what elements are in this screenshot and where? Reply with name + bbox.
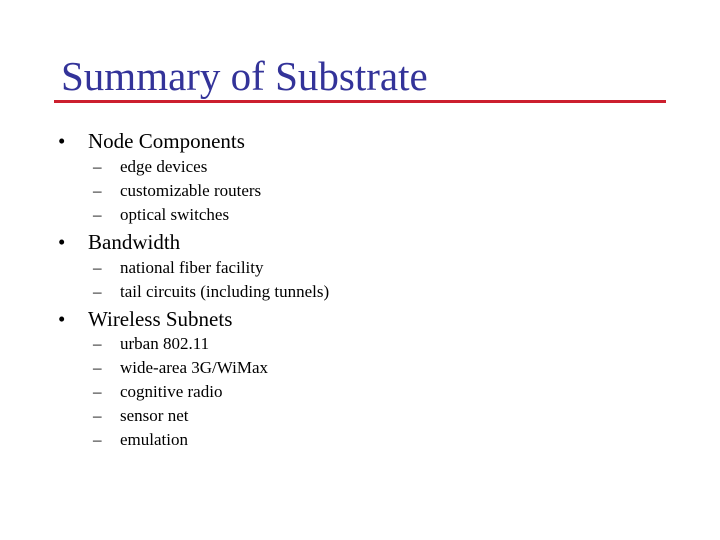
dash-icon: – bbox=[93, 334, 102, 353]
sub-item-text: cognitive radio bbox=[120, 382, 223, 401]
dash-icon: – bbox=[93, 406, 102, 425]
sub-item-text: sensor net bbox=[120, 406, 189, 425]
bullet-heading: Bandwidth bbox=[88, 230, 181, 254]
dash-icon: – bbox=[93, 282, 102, 301]
dash-icon: – bbox=[93, 258, 102, 277]
bullet-icon: • bbox=[58, 230, 66, 254]
dash-icon: – bbox=[93, 358, 102, 377]
dash-icon: – bbox=[93, 382, 102, 401]
title-underline bbox=[54, 100, 666, 103]
sub-item-text: optical switches bbox=[120, 205, 230, 224]
sub-item-text: urban 802.11 bbox=[120, 334, 210, 353]
sub-item-text: wide-area 3G/WiMax bbox=[120, 358, 269, 377]
sub-item-text: customizable routers bbox=[120, 181, 262, 200]
sub-item-text: emulation bbox=[120, 430, 188, 449]
bullet-heading: Wireless Subnets bbox=[88, 307, 233, 331]
dash-icon: – bbox=[93, 430, 102, 449]
slide-title: Summary of Substrate bbox=[61, 53, 428, 99]
dash-icon: – bbox=[93, 205, 102, 224]
sub-item-text: edge devices bbox=[120, 157, 208, 176]
bullet-icon: • bbox=[58, 129, 66, 153]
bullet-icon: • bbox=[58, 307, 66, 331]
dash-icon: – bbox=[93, 157, 102, 176]
sub-item-text: national fiber facility bbox=[120, 258, 264, 277]
dash-icon: – bbox=[93, 181, 102, 200]
sub-item-text: tail circuits (including tunnels) bbox=[120, 282, 330, 301]
bullet-heading: Node Components bbox=[88, 129, 245, 153]
